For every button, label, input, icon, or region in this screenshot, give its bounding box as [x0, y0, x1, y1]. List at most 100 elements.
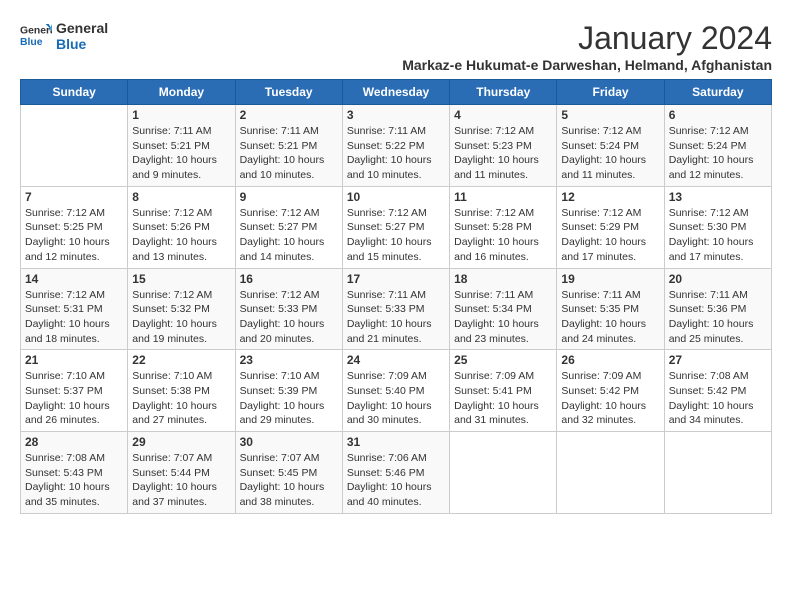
table-row: 16 Sunrise: 7:12 AMSunset: 5:33 PMDayligh…: [235, 268, 342, 350]
table-row: 11 Sunrise: 7:12 AMSunset: 5:28 PMDayligh…: [450, 186, 557, 268]
day-number: 21: [25, 353, 123, 367]
table-row: 4 Sunrise: 7:12 AMSunset: 5:23 PMDaylight…: [450, 105, 557, 187]
day-info: Sunrise: 7:10 AMSunset: 5:38 PMDaylight:…: [132, 369, 230, 428]
day-number: 13: [669, 190, 767, 204]
day-info: Sunrise: 7:11 AMSunset: 5:34 PMDaylight:…: [454, 288, 552, 347]
header-friday: Friday: [557, 80, 664, 105]
table-row: 17 Sunrise: 7:11 AMSunset: 5:33 PMDayligh…: [342, 268, 449, 350]
day-info: Sunrise: 7:11 AMSunset: 5:36 PMDaylight:…: [669, 288, 767, 347]
day-number: 18: [454, 272, 552, 286]
table-row: 26Sunrise: 7:09 AMSunset: 5:42 PMDayligh…: [557, 350, 664, 432]
table-row: 20 Sunrise: 7:11 AMSunset: 5:36 PMDayligh…: [664, 268, 771, 350]
day-number: 31: [347, 435, 445, 449]
header-thursday: Thursday: [450, 80, 557, 105]
day-info: Sunrise: 7:08 AMSunset: 5:42 PMDaylight:…: [669, 369, 767, 428]
calendar-body: 1 Sunrise: 7:11 AMSunset: 5:21 PMDaylight…: [21, 105, 772, 514]
day-number: 4: [454, 108, 552, 122]
day-info: Sunrise: 7:11 AMSunset: 5:35 PMDaylight:…: [561, 288, 659, 347]
table-row: 12Sunrise: 7:12 AMSunset: 5:29 PMDayligh…: [557, 186, 664, 268]
day-number: 29: [132, 435, 230, 449]
table-row: 23Sunrise: 7:10 AMSunset: 5:39 PMDayligh…: [235, 350, 342, 432]
day-info: Sunrise: 7:12 AMSunset: 5:27 PMDaylight:…: [240, 206, 338, 265]
logo-text-line2: Blue: [56, 36, 108, 52]
day-number: 28: [25, 435, 123, 449]
day-number: 19: [561, 272, 659, 286]
day-info: Sunrise: 7:12 AMSunset: 5:26 PMDaylight:…: [132, 206, 230, 265]
header-sunday: Sunday: [21, 80, 128, 105]
day-info: Sunrise: 7:12 AMSunset: 5:31 PMDaylight:…: [25, 288, 123, 347]
table-row: 8 Sunrise: 7:12 AMSunset: 5:26 PMDaylight…: [128, 186, 235, 268]
day-number: 14: [25, 272, 123, 286]
day-number: 20: [669, 272, 767, 286]
table-row: 2 Sunrise: 7:11 AMSunset: 5:21 PMDaylight…: [235, 105, 342, 187]
table-row: 15 Sunrise: 7:12 AMSunset: 5:32 PMDayligh…: [128, 268, 235, 350]
day-info: Sunrise: 7:12 AMSunset: 5:24 PMDaylight:…: [561, 124, 659, 183]
day-info: Sunrise: 7:11 AMSunset: 5:22 PMDaylight:…: [347, 124, 445, 183]
header-wednesday: Wednesday: [342, 80, 449, 105]
day-info: Sunrise: 7:10 AMSunset: 5:37 PMDaylight:…: [25, 369, 123, 428]
header-saturday: Saturday: [664, 80, 771, 105]
day-info: Sunrise: 7:12 AMSunset: 5:25 PMDaylight:…: [25, 206, 123, 265]
day-info: Sunrise: 7:12 AMSunset: 5:30 PMDaylight:…: [669, 206, 767, 265]
table-row: 22 Sunrise: 7:10 AMSunset: 5:38 PMDayligh…: [128, 350, 235, 432]
day-info: Sunrise: 7:12 AMSunset: 5:24 PMDaylight:…: [669, 124, 767, 183]
day-number: 27: [669, 353, 767, 367]
day-number: 9: [240, 190, 338, 204]
day-number: 11: [454, 190, 552, 204]
day-number: 3: [347, 108, 445, 122]
svg-text:Blue: Blue: [20, 37, 43, 48]
day-info: Sunrise: 7:12 AMSunset: 5:27 PMDaylight:…: [347, 206, 445, 265]
day-number: 16: [240, 272, 338, 286]
day-number: 17: [347, 272, 445, 286]
day-number: 5: [561, 108, 659, 122]
table-row: 27 Sunrise: 7:08 AMSunset: 5:42 PMDayligh…: [664, 350, 771, 432]
table-row: 21 Sunrise: 7:10 AMSunset: 5:37 PMDayligh…: [21, 350, 128, 432]
table-row: 19 Sunrise: 7:11 AMSunset: 5:35 PMDayligh…: [557, 268, 664, 350]
day-info: Sunrise: 7:07 AMSunset: 5:44 PMDaylight:…: [132, 451, 230, 510]
calendar-header: Sunday Monday Tuesday Wednesday Thursday…: [21, 80, 772, 105]
svg-text:General: General: [20, 26, 52, 37]
table-row: 10Sunrise: 7:12 AMSunset: 5:27 PMDayligh…: [342, 186, 449, 268]
table-row: 3 Sunrise: 7:11 AMSunset: 5:22 PMDaylight…: [342, 105, 449, 187]
page-header: General Blue General Blue January 2024 M…: [20, 20, 772, 73]
table-row: 9 Sunrise: 7:12 AMSunset: 5:27 PMDaylight…: [235, 186, 342, 268]
day-info: Sunrise: 7:11 AMSunset: 5:21 PMDaylight:…: [132, 124, 230, 183]
table-row: 5 Sunrise: 7:12 AMSunset: 5:24 PMDaylight…: [557, 105, 664, 187]
logo-icon: General Blue: [20, 22, 52, 50]
day-number: 2: [240, 108, 338, 122]
table-row: 14 Sunrise: 7:12 AMSunset: 5:31 PMDayligh…: [21, 268, 128, 350]
day-info: Sunrise: 7:09 AMSunset: 5:42 PMDaylight:…: [561, 369, 659, 428]
day-info: Sunrise: 7:06 AMSunset: 5:46 PMDaylight:…: [347, 451, 445, 510]
day-info: Sunrise: 7:07 AMSunset: 5:45 PMDaylight:…: [240, 451, 338, 510]
logo: General Blue General Blue: [20, 20, 108, 52]
day-info: Sunrise: 7:12 AMSunset: 5:23 PMDaylight:…: [454, 124, 552, 183]
table-row: 25Sunrise: 7:09 AMSunset: 5:41 PMDayligh…: [450, 350, 557, 432]
calendar-table: Sunday Monday Tuesday Wednesday Thursday…: [20, 79, 772, 514]
table-row: [557, 432, 664, 514]
day-info: Sunrise: 7:11 AMSunset: 5:21 PMDaylight:…: [240, 124, 338, 183]
day-info: Sunrise: 7:12 AMSunset: 5:33 PMDaylight:…: [240, 288, 338, 347]
day-info: Sunrise: 7:12 AMSunset: 5:28 PMDaylight:…: [454, 206, 552, 265]
day-number: 7: [25, 190, 123, 204]
day-number: 23: [240, 353, 338, 367]
day-info: Sunrise: 7:08 AMSunset: 5:43 PMDaylight:…: [25, 451, 123, 510]
day-number: 15: [132, 272, 230, 286]
table-row: 7 Sunrise: 7:12 AMSunset: 5:25 PMDaylight…: [21, 186, 128, 268]
day-number: 30: [240, 435, 338, 449]
title-block: January 2024 Markaz-e Hukumat-e Darwesha…: [402, 20, 772, 73]
table-row: 13 Sunrise: 7:12 AMSunset: 5:30 PMDayligh…: [664, 186, 771, 268]
table-row: 30 Sunrise: 7:07 AMSunset: 5:45 PMDayligh…: [235, 432, 342, 514]
logo-text-line1: General: [56, 20, 108, 36]
day-number: 22: [132, 353, 230, 367]
day-number: 25: [454, 353, 552, 367]
table-row: [664, 432, 771, 514]
header-monday: Monday: [128, 80, 235, 105]
header-tuesday: Tuesday: [235, 80, 342, 105]
calendar-subtitle: Markaz-e Hukumat-e Darweshan, Helmand, A…: [402, 57, 772, 73]
day-info: Sunrise: 7:11 AMSunset: 5:33 PMDaylight:…: [347, 288, 445, 347]
day-number: 8: [132, 190, 230, 204]
day-number: 1: [132, 108, 230, 122]
day-info: Sunrise: 7:12 AMSunset: 5:32 PMDaylight:…: [132, 288, 230, 347]
table-row: 1 Sunrise: 7:11 AMSunset: 5:21 PMDaylight…: [128, 105, 235, 187]
table-row: 28 Sunrise: 7:08 AMSunset: 5:43 PMDayligh…: [21, 432, 128, 514]
